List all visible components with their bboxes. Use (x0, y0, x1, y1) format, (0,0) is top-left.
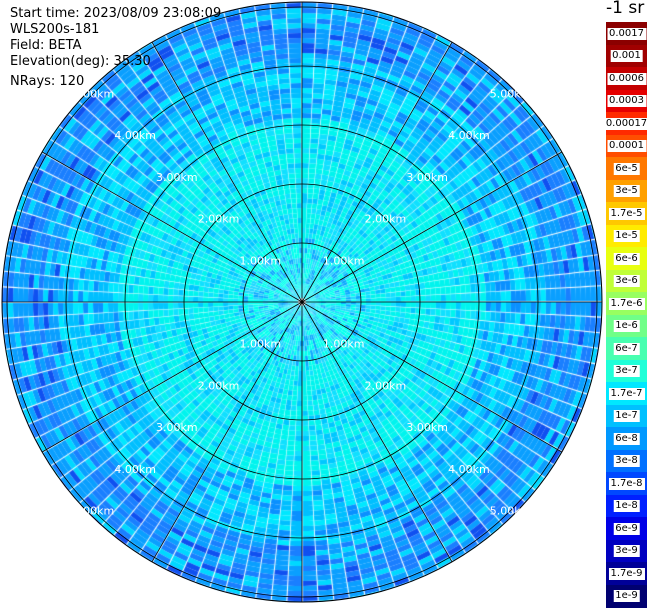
range-ring-label: 5.00km (73, 505, 115, 518)
field-text: Field: BETA (10, 38, 82, 53)
colorbar-label: 0.0003 (607, 95, 646, 107)
instrument-text: WLS200s-181 (10, 22, 100, 37)
colorbar-cell: 1e-7 (606, 404, 647, 428)
range-ring-label: 3.00km (406, 171, 448, 184)
colorbar-cell: 1.7e-6 (606, 292, 647, 315)
elevation-text: Elevation(deg): 35.30 (10, 54, 151, 69)
range-ring-label: 5.00km (490, 505, 532, 518)
colorbar-label: 1e-6 (613, 320, 640, 332)
colorbar-cell: 6e-7 (606, 337, 647, 360)
colorbar-cell: 0.0001 (606, 134, 647, 158)
colorbar-cell: 6e-8 (606, 427, 647, 450)
colorbar-label: 3e-9 (613, 545, 640, 557)
colorbar-cell: 3e-8 (606, 449, 647, 473)
range-ring-label: 5.00km (490, 87, 532, 100)
range-ring-label: 2.00km (198, 213, 240, 226)
colorbar-label: 3e-5 (613, 185, 640, 197)
colorbar-label: 3e-7 (613, 365, 640, 377)
nrays-text: NRays: 120 (10, 74, 85, 89)
colorbar-cell: 0.0003 (606, 89, 647, 113)
range-ring-label: 3.00km (156, 171, 198, 184)
colorbar-label: 1.7e-5 (608, 207, 645, 220)
range-ring-label: 3.00km (156, 421, 198, 434)
range-ring-label: 2.00km (365, 213, 407, 226)
colorbar-label: 3e-6 (613, 275, 640, 287)
colorbar-label: 6e-6 (613, 252, 640, 265)
colorbar-label: 1.7e-6 (608, 297, 645, 310)
colorbar-cell: 3e-6 (606, 269, 647, 293)
colorbar-cell: 1.7e-7 (606, 382, 647, 405)
range-ring-overlay: 1.00km 1.00km 1.00km 1.00km 2.00km 2.00km 2.00… (1, 1, 603, 603)
colorbar-label: 1.7e-9 (608, 567, 645, 580)
colorbar-cell: 1.7e-9 (606, 562, 647, 585)
colorbar-cell: 1e-5 (606, 224, 647, 248)
range-ring-label: 4.00km (114, 129, 156, 142)
colorbar-label: 1e-5 (613, 230, 640, 242)
range-ring-label: 1.00km (239, 338, 281, 351)
colorbar-cell: 3e-5 (606, 179, 647, 203)
colorbar-cell: 0.0017 (606, 22, 647, 45)
colorbar-label: 0.0006 (607, 72, 646, 85)
start-time-text: Start time: 2023/08/09 23:08:09 (10, 6, 222, 21)
range-ring-label: 1.00km (323, 338, 365, 351)
colorbar-cell: 1e-8 (606, 494, 647, 518)
colorbar-cell: 0.00017 (603, 112, 647, 135)
colorbar-label: 6e-9 (613, 522, 640, 535)
range-ring-label: 2.00km (198, 379, 240, 392)
colorbar-label: 3e-8 (613, 455, 640, 467)
colorbar-label: 0.00017 (603, 117, 647, 130)
colorbar-label: 6e-5 (613, 162, 640, 175)
colorbar-label: 1.7e-8 (608, 477, 645, 490)
scan-info: Start time: 2023/08/09 23:08:09 WLS200s-… (10, 6, 221, 90)
colorbar-cell: 6e-9 (606, 517, 647, 540)
colorbar-cell: 0.0006 (606, 67, 647, 90)
colorbar-label: 1e-8 (613, 500, 640, 512)
colorbar-cell: 0.001 (606, 44, 647, 68)
colorbar-unit: -1 sr (606, 0, 645, 18)
colorbar-label: 0.0001 (607, 140, 646, 152)
colorbar-cell: 3e-7 (606, 359, 647, 383)
range-ring-label: 2.00km (365, 379, 407, 392)
range-ring-label: 1.00km (239, 254, 281, 267)
range-ring-label: 4.00km (448, 463, 490, 476)
colorbar-cell: 1.7e-5 (606, 202, 647, 225)
colorbar-label: 1e-9 (613, 590, 640, 602)
range-ring-label: 4.00km (114, 463, 156, 476)
range-ring-label: 3.00km (406, 421, 448, 434)
colorbar-label: 6e-8 (613, 432, 640, 445)
colorbar-label: 0.0017 (607, 27, 646, 40)
colorbar-label: 6e-7 (613, 342, 640, 355)
colorbar-label: 0.001 (610, 50, 643, 62)
range-ring-label: 1.00km (323, 254, 365, 267)
colorbar-cell: 1e-9 (606, 584, 647, 608)
colorbar-cell: 1.7e-8 (606, 472, 647, 495)
range-ring-label: 4.00km (448, 129, 490, 142)
colorbar-cell: 1e-6 (606, 314, 647, 338)
colorbar-cell: 6e-6 (606, 247, 647, 270)
colorbar-cell: 3e-9 (606, 539, 647, 563)
colorbar-label: 1.7e-7 (608, 387, 645, 400)
colorbar-cell: 6e-5 (606, 157, 647, 180)
colorbar: 0.0017 0.001 0.0006 0.0003 0.00017 0.0001 6e-5… (603, 22, 647, 608)
colorbar-label: 1e-7 (613, 410, 640, 422)
